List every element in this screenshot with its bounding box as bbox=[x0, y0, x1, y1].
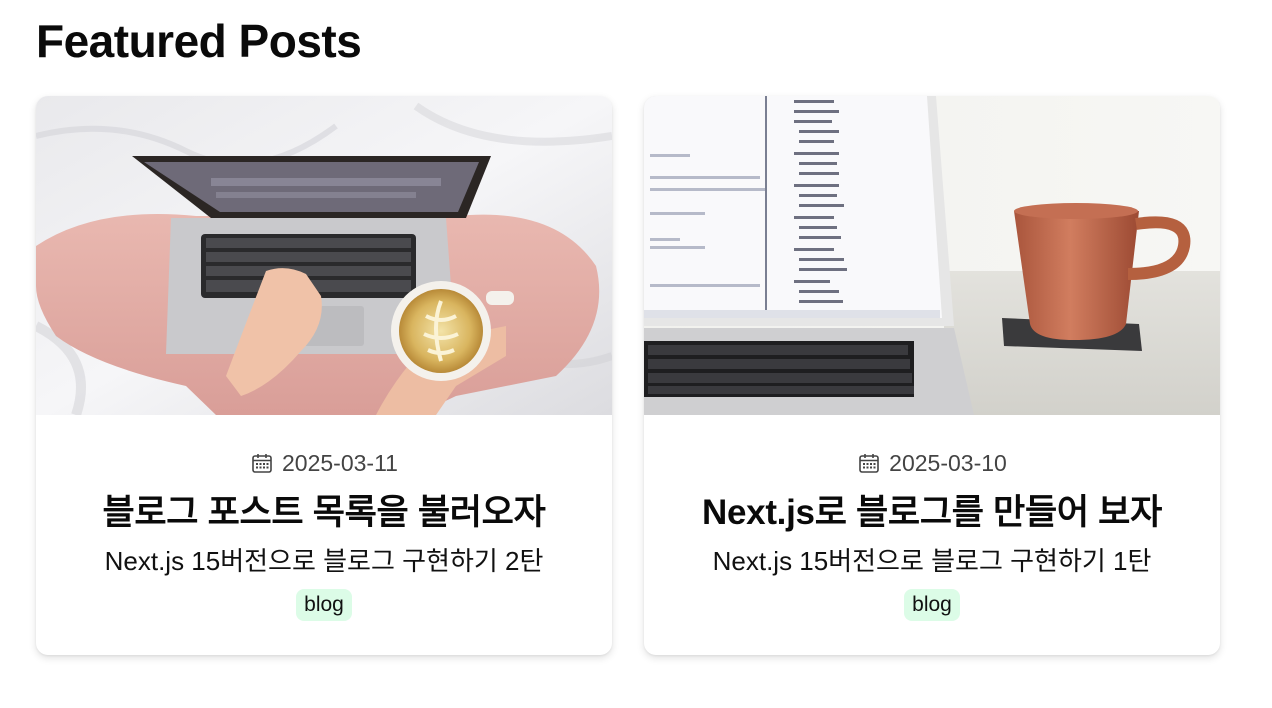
section-title: Featured Posts bbox=[36, 15, 362, 67]
post-title[interactable]: 블로그 포스트 목록을 불러오자 bbox=[36, 491, 612, 535]
post-description: Next.js 15버전으로 블로그 구현하기 1탄 bbox=[712, 546, 1152, 576]
post-tags: blog bbox=[644, 589, 1220, 621]
post-tags: blog bbox=[36, 589, 612, 621]
post-card-body: 2025-03-11 블로그 포스트 목록을 불러오자 Next.js 15버전… bbox=[36, 415, 612, 621]
post-date: 2025-03-10 bbox=[644, 449, 1220, 477]
post-card-body: 2025-03-10 Next.js로 블로그를 만들어 보자 Next.js … bbox=[644, 415, 1220, 621]
post-thumbnail[interactable] bbox=[644, 96, 1220, 415]
posts-grid: 2025-03-11 블로그 포스트 목록을 불러오자 Next.js 15버전… bbox=[36, 96, 1220, 655]
post-date: 2025-03-11 bbox=[36, 449, 612, 477]
post-date-text: 2025-03-11 bbox=[282, 449, 398, 476]
post-date-text: 2025-03-10 bbox=[889, 449, 1007, 476]
tag-badge[interactable]: blog bbox=[296, 589, 352, 621]
featured-posts-page: Featured Posts 2025-03-11 블로그 포스트 목록을 불러… bbox=[0, 0, 1272, 708]
post-card[interactable]: 2025-03-10 Next.js로 블로그를 만들어 보자 Next.js … bbox=[644, 96, 1220, 655]
post-title[interactable]: Next.js로 블로그를 만들어 보자 bbox=[644, 491, 1220, 535]
post-thumbnail[interactable] bbox=[36, 96, 612, 415]
laptop-latte-bed-photo bbox=[36, 96, 612, 415]
post-description: Next.js 15버전으로 블로그 구현하기 2탄 bbox=[104, 546, 544, 576]
tag-badge[interactable]: blog bbox=[904, 589, 960, 621]
calendar-icon bbox=[857, 451, 881, 475]
post-card[interactable]: 2025-03-11 블로그 포스트 목록을 불러오자 Next.js 15버전… bbox=[36, 96, 612, 655]
macbook-coffee-mug-photo bbox=[644, 96, 1220, 415]
calendar-icon bbox=[250, 451, 274, 475]
